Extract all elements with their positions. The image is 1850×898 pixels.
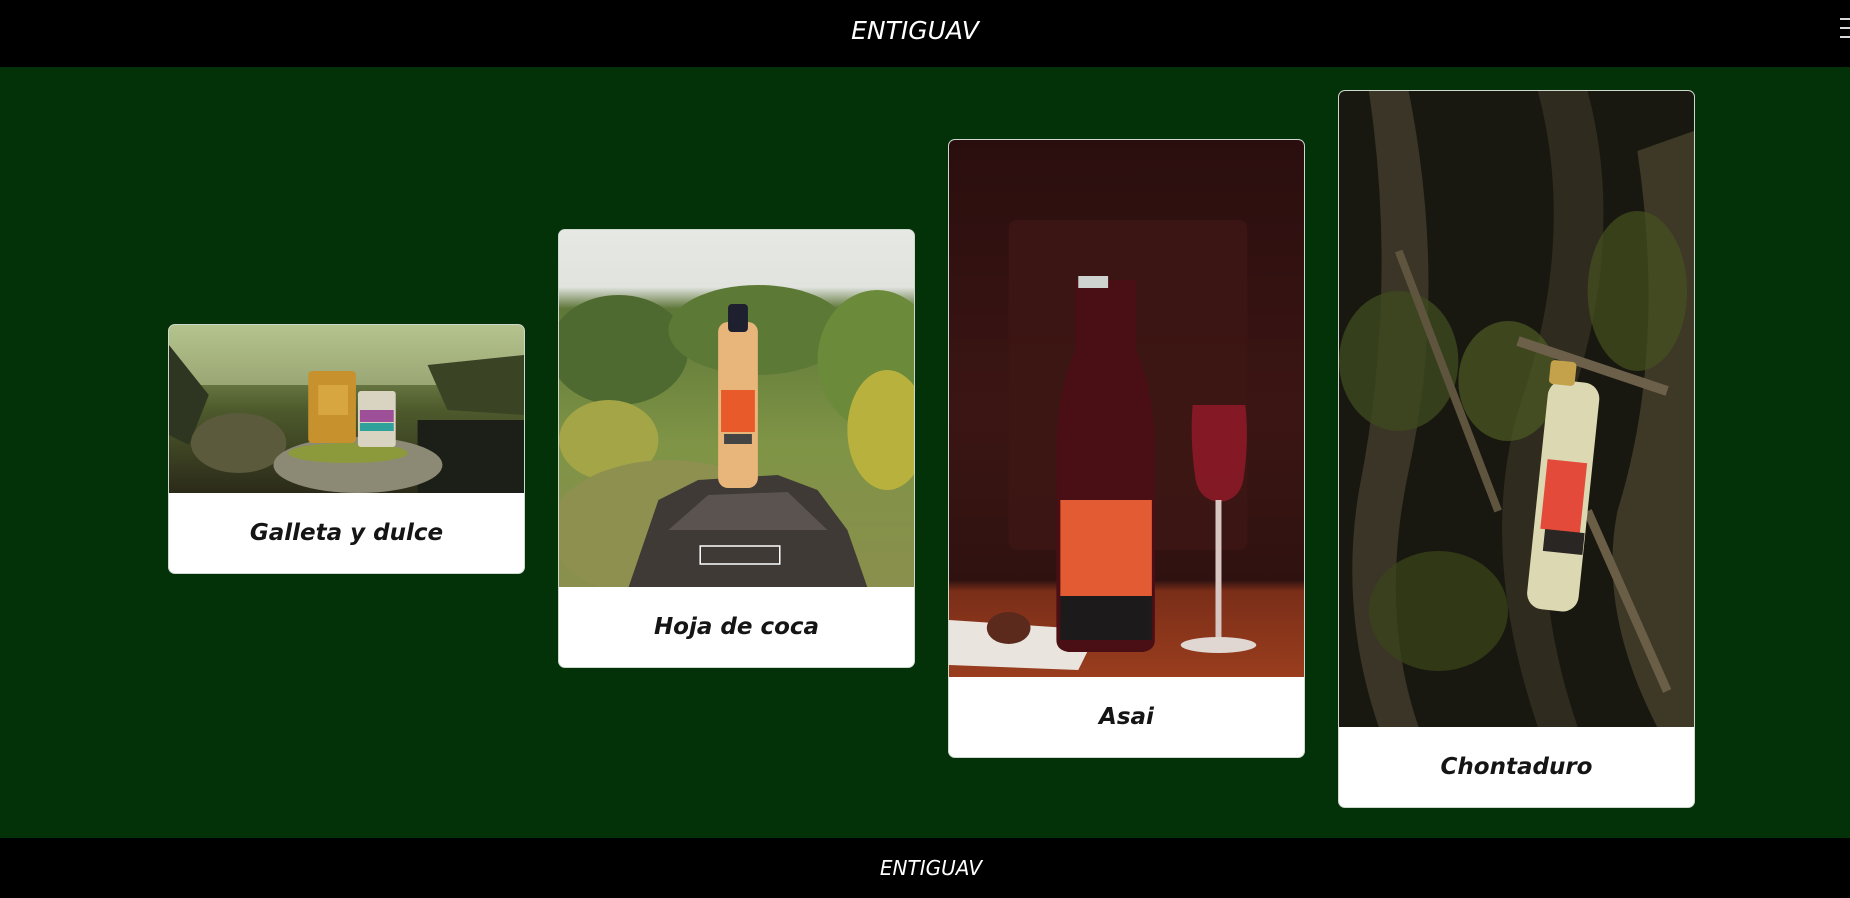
footer-bar: ENTIGUAV (0, 838, 1850, 898)
product-caption: Chontaduro (1440, 754, 1593, 780)
product-photo (949, 140, 1304, 677)
product-card-chontaduro[interactable]: Chontaduro (1338, 90, 1695, 808)
footer-brand: ENTIGUAV (879, 856, 983, 880)
brand-title[interactable]: ENTIGUAV (0, 0, 1830, 60)
product-gallery: Galleta y dulce Hoja de coca Asai Chonta… (0, 67, 1850, 838)
hamburger-icon-line (1840, 36, 1850, 38)
product-photo (169, 325, 524, 493)
product-photo (1339, 91, 1694, 727)
hamburger-menu-button[interactable] (1840, 18, 1850, 40)
product-caption: Galleta y dulce (249, 520, 444, 546)
product-photo (559, 230, 914, 587)
product-card-galleta-y-dulce[interactable]: Galleta y dulce (168, 324, 525, 574)
product-caption: Hoja de coca (653, 614, 820, 640)
product-card-asai[interactable]: Asai (948, 139, 1305, 758)
product-caption: Asai (1099, 704, 1154, 730)
hamburger-icon (1840, 18, 1850, 20)
product-card-hoja-de-coca[interactable]: Hoja de coca (558, 229, 915, 668)
top-navbar: ENTIGUAV (0, 0, 1850, 67)
hamburger-icon-line (1840, 27, 1850, 29)
